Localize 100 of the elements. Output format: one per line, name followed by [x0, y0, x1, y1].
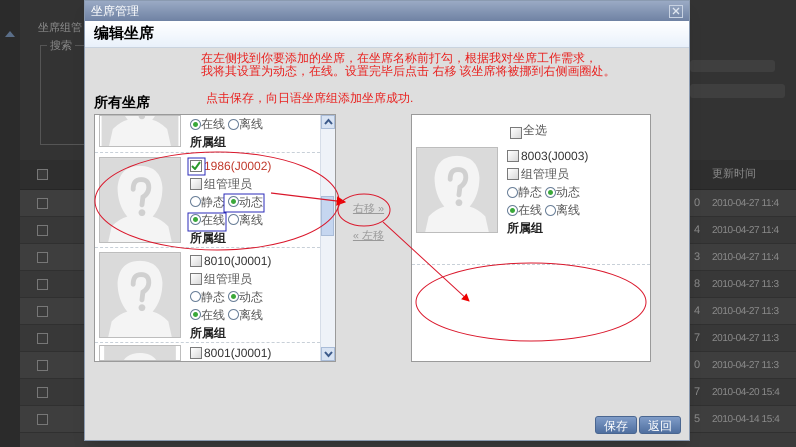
- radio-button[interactable]: [507, 186, 518, 198]
- table-cell-text: 2010-04-27 11:4: [712, 224, 780, 238]
- radio-label: 离线: [239, 212, 263, 227]
- search-field[interactable]: [690, 60, 775, 72]
- instruction-text: 在左侧找到你要添加的坐席，在坐席名称前打勾，根据我对坐席工作需求，: [201, 52, 598, 65]
- table-cell-text: 2010-04-27 11:3: [712, 332, 780, 346]
- radio-label: 离线: [239, 308, 263, 322]
- radio-button[interactable]: [228, 291, 239, 302]
- radio-label: 离线: [556, 203, 580, 217]
- time-field[interactable]: [690, 84, 785, 98]
- dialog-heading: 编辑坐席: [94, 24, 154, 44]
- scrollbar-thumb[interactable]: [321, 196, 334, 236]
- checkbox[interactable]: [190, 254, 202, 267]
- radio-button[interactable]: [190, 214, 201, 226]
- radio-label: 在线: [201, 117, 225, 131]
- checkbox-label: 全选: [523, 122, 547, 139]
- checkbox[interactable]: [190, 272, 202, 285]
- radio-button[interactable]: [545, 204, 556, 216]
- column-header[interactable]: 更新时间: [712, 166, 796, 183]
- group-label: 所属组: [507, 220, 544, 237]
- search-legend: 搜索: [47, 38, 75, 54]
- highlight-frame: [224, 194, 264, 212]
- table-cell-text: 2010-04-27 11:4: [712, 250, 780, 264]
- checkbox[interactable]: [190, 160, 202, 172]
- move-right-link[interactable]: 右移 »: [352, 201, 384, 218]
- checkbox[interactable]: [37, 224, 48, 236]
- highlight-frame: [188, 212, 226, 232]
- checkbox[interactable]: [37, 169, 48, 180]
- checkbox[interactable]: [37, 198, 48, 208]
- table-cell-text: 0: [694, 196, 702, 211]
- checkbox-label: 组管理员: [204, 176, 252, 193]
- scroll-up-button[interactable]: [321, 115, 335, 129]
- radio-button[interactable]: [228, 309, 239, 320]
- checkbox[interactable]: [510, 127, 522, 139]
- table-cell-text: 2010-04-27 11:3: [712, 304, 780, 318]
- radio-button[interactable]: [507, 204, 518, 216]
- chevron-up-icon: [324, 118, 332, 126]
- close-icon: [672, 7, 680, 15]
- move-left-link[interactable]: « 左移: [352, 228, 384, 244]
- checkbox[interactable]: [507, 168, 519, 180]
- checkbox[interactable]: [507, 150, 519, 162]
- table-cell-text: 7: [694, 384, 702, 400]
- checkbox-label: 组管理员: [204, 270, 252, 288]
- radio-label: 在线: [201, 308, 225, 322]
- checkbox-label: 组管理员: [521, 166, 569, 183]
- checkbox[interactable]: [37, 414, 48, 424]
- avatar-placeholder-icon: [99, 156, 181, 243]
- instruction-text: 我将其设置为动态，在线。设置完毕后点击 右移 该坐席将被挪到右侧画圈处。: [201, 65, 617, 78]
- radio-label: 静态: [518, 185, 542, 199]
- table-cell-text: 4: [694, 222, 702, 238]
- checkbox[interactable]: [37, 278, 48, 290]
- annotation-circle: [338, 194, 390, 226]
- avatar-placeholder-icon: [416, 147, 498, 233]
- radio-label: 在线: [518, 203, 542, 217]
- group-label: 所属组: [190, 324, 227, 342]
- checkbox[interactable]: [37, 332, 48, 344]
- radio-button[interactable]: [190, 291, 201, 302]
- table-cell-text: 2010-04-27 11:3: [712, 278, 780, 292]
- agent-name: 8003(J0003): [521, 148, 588, 165]
- radio-label: 动态: [239, 194, 263, 209]
- group-label: 所属组: [190, 230, 227, 247]
- table-cell-text: 5: [694, 412, 702, 427]
- scroll-down-button[interactable]: [321, 347, 335, 361]
- table-cell-text: 3: [694, 250, 702, 265]
- group-label: 所属组: [190, 134, 227, 151]
- checkbox[interactable]: [190, 347, 202, 359]
- radio-button[interactable]: [545, 186, 556, 198]
- agent-name: 1986(J0002): [204, 158, 272, 175]
- checkbox[interactable]: [37, 306, 48, 316]
- radio-label: 离线: [239, 117, 263, 131]
- table-cell-text: 7: [694, 330, 702, 346]
- table-cell-text: 8: [694, 276, 702, 292]
- radio-button[interactable]: [190, 196, 201, 208]
- instruction-text: 点击保存，向日语坐席组添加坐席成功.: [206, 90, 414, 107]
- table-cell-text: 2010-04-20 15:4: [712, 386, 780, 400]
- radio-label: 在线: [201, 212, 225, 227]
- radio-label: 静态: [201, 290, 225, 304]
- checkbox[interactable]: [37, 386, 48, 398]
- table-cell-text: 0: [694, 358, 702, 373]
- table-cell-text: 4: [694, 304, 702, 319]
- chevron-down-icon: [324, 350, 332, 358]
- radio-label: 动态: [239, 290, 263, 304]
- section-label: 所有坐席: [94, 93, 151, 112]
- radio-label: 动态: [556, 185, 580, 199]
- dialog-title: 坐席管理: [91, 3, 139, 20]
- dialog-button[interactable]: 保存: [595, 416, 637, 434]
- dialog-button[interactable]: 返回: [639, 416, 681, 434]
- checkbox[interactable]: [190, 178, 202, 190]
- checkbox[interactable]: [37, 252, 48, 262]
- agent-name: 8010(J0001): [204, 252, 272, 270]
- radio-button[interactable]: [228, 118, 239, 130]
- radio-button[interactable]: [228, 214, 239, 226]
- checkbox[interactable]: [37, 360, 48, 370]
- close-button[interactable]: [669, 4, 683, 18]
- radio-button[interactable]: [190, 309, 201, 320]
- radio-button[interactable]: [190, 118, 201, 130]
- highlight-frame: [188, 158, 206, 176]
- collapse-icon[interactable]: [5, 30, 15, 37]
- agent-name: 8001(J0001): [204, 345, 272, 361]
- radio-button[interactable]: [228, 196, 239, 208]
